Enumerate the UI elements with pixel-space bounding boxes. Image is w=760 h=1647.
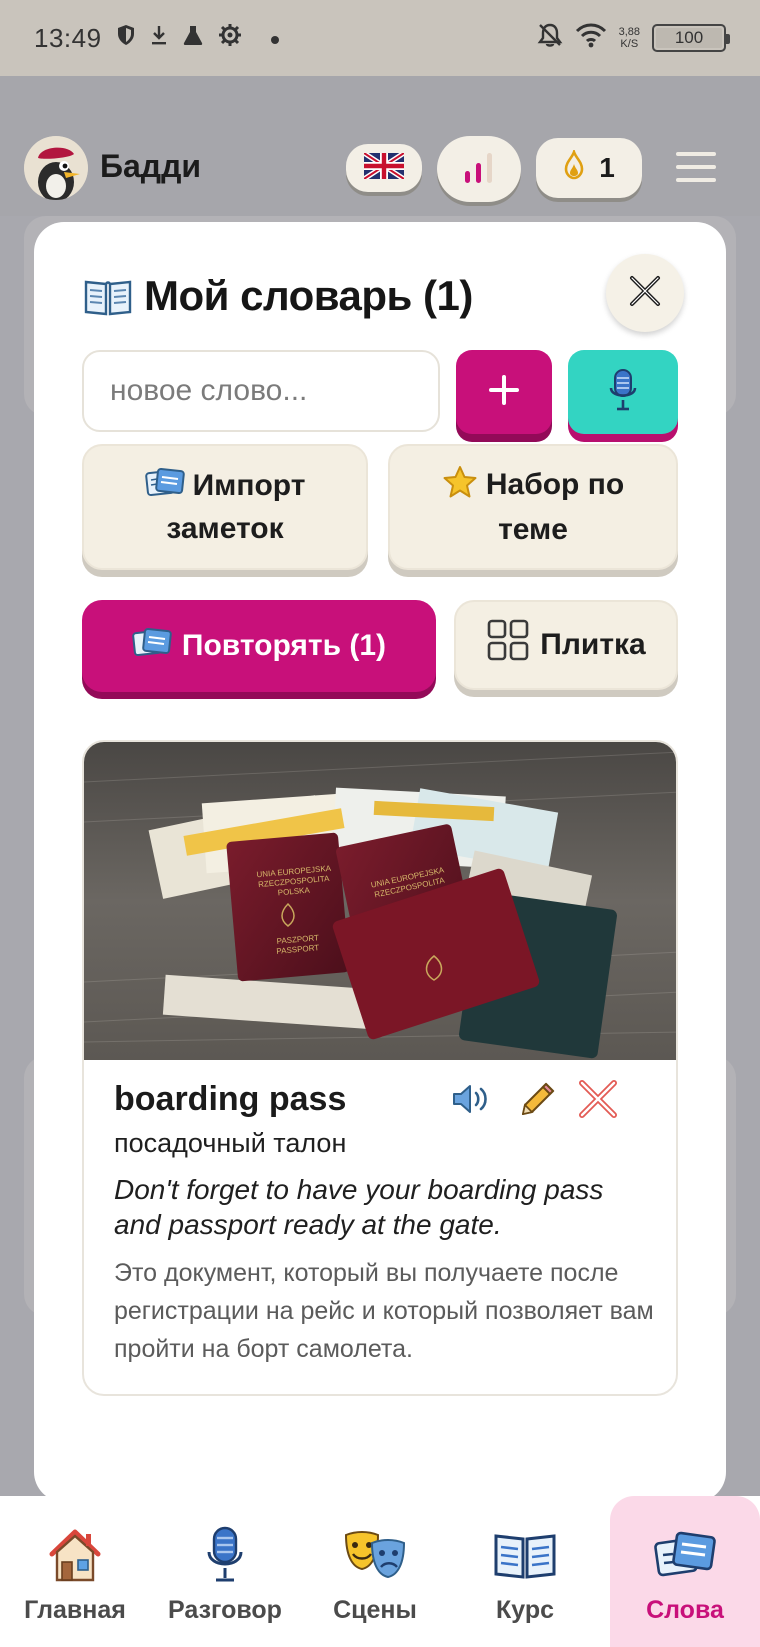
import-notes-button[interactable]: Импорт заметок bbox=[82, 444, 368, 570]
nav-item-words[interactable]: Слова bbox=[610, 1496, 760, 1647]
dictionary-modal: Мой словарь (1) Импорт заметок bbox=[34, 222, 726, 1502]
microphone-icon bbox=[608, 368, 638, 417]
bar-chart-icon bbox=[459, 149, 499, 190]
add-word-button[interactable] bbox=[456, 350, 552, 434]
word-example: Don't forget to have your boarding pass … bbox=[114, 1174, 604, 1240]
download-icon bbox=[150, 24, 168, 52]
settings-icon bbox=[218, 23, 242, 53]
status-time: 13:49 bbox=[34, 22, 102, 53]
tile-view-button[interactable]: Плитка bbox=[454, 600, 678, 690]
dot-icon bbox=[270, 25, 280, 51]
word-translation: посадочный талон bbox=[114, 1128, 347, 1158]
lamp-count: 1 bbox=[599, 152, 615, 183]
edit-button[interactable] bbox=[512, 1078, 564, 1124]
plus-icon bbox=[488, 374, 520, 411]
word-term: boarding pass bbox=[114, 1080, 347, 1118]
uk-flag-icon bbox=[362, 150, 406, 184]
import-label-line1: Импорт bbox=[192, 468, 306, 502]
nav-item-home[interactable]: Главная bbox=[0, 1496, 150, 1647]
repeat-button[interactable]: Повторять (1) bbox=[82, 600, 436, 692]
open-book-icon bbox=[84, 276, 132, 316]
note-cards-icon bbox=[132, 626, 172, 666]
close-button[interactable] bbox=[606, 254, 684, 332]
bell-off-icon bbox=[537, 22, 563, 55]
battery-indicator: 100 bbox=[652, 24, 730, 52]
house-icon bbox=[42, 1524, 108, 1586]
app-name: Бадди bbox=[100, 148, 202, 184]
lamp-counter[interactable]: 1 bbox=[536, 138, 642, 198]
language-button[interactable] bbox=[346, 144, 422, 192]
word-cards-icon bbox=[652, 1524, 718, 1586]
nav-label: Сцены bbox=[333, 1596, 417, 1624]
close-icon bbox=[628, 274, 662, 313]
tile-label: Плитка bbox=[540, 628, 646, 661]
wifi-icon bbox=[575, 22, 607, 55]
word-card[interactable]: UNIA EUROPEJSKA RZECZPOSPOLITA POLSKA PA… bbox=[82, 740, 678, 1396]
shield-icon bbox=[116, 24, 136, 52]
import-label-line2: заметок bbox=[166, 511, 284, 545]
modal-title: Мой словарь (1) bbox=[144, 272, 473, 319]
delete-button[interactable] bbox=[572, 1078, 624, 1124]
avatar[interactable] bbox=[24, 136, 88, 200]
theme-label-line2: теме bbox=[498, 512, 568, 546]
repeat-label: Повторять (1) bbox=[181, 629, 387, 662]
flask-icon bbox=[182, 24, 204, 52]
nav-label: Главная bbox=[24, 1596, 126, 1624]
nav-label: Курс bbox=[495, 1596, 554, 1624]
note-cards-icon bbox=[144, 466, 185, 509]
speaker-button[interactable] bbox=[446, 1078, 498, 1124]
nav-item-conversation[interactable]: Разговор bbox=[150, 1496, 300, 1647]
book-icon bbox=[492, 1524, 558, 1586]
stats-button[interactable] bbox=[437, 136, 521, 202]
nav-item-course[interactable]: Курс bbox=[450, 1496, 600, 1647]
lamp-icon bbox=[563, 147, 585, 187]
star-icon bbox=[442, 465, 478, 510]
status-bar: 13:49 3,88 K/S 100 bbox=[0, 0, 760, 76]
nav-label: Слова bbox=[646, 1596, 724, 1624]
network-speed: 3,88 K/S bbox=[618, 26, 640, 50]
cross-icon bbox=[578, 1079, 618, 1124]
modal-header: Мой словарь (1) bbox=[84, 272, 473, 320]
new-word-input[interactable] bbox=[82, 350, 440, 432]
pencil-icon bbox=[520, 1081, 556, 1122]
voice-input-button[interactable] bbox=[568, 350, 678, 434]
speaker-icon bbox=[451, 1082, 493, 1121]
theme-set-button[interactable]: Набор по теме bbox=[388, 444, 678, 570]
bottom-nav: Главная Разговор Сцены Курс Слова bbox=[0, 1496, 760, 1647]
word-explanation: Это документ, который вы получаете после… bbox=[114, 1259, 654, 1363]
theme-label-line1: Набор по bbox=[485, 467, 625, 501]
word-photo: UNIA EUROPEJSKA RZECZPOSPOLITA POLSKA PA… bbox=[84, 742, 676, 1060]
theater-masks-icon bbox=[342, 1524, 408, 1586]
grid-icon bbox=[486, 618, 530, 673]
hamburger-icon[interactable] bbox=[676, 152, 716, 182]
nav-item-scenes[interactable]: Сцены bbox=[300, 1496, 450, 1647]
nav-label: Разговор bbox=[168, 1596, 282, 1624]
microphone-icon bbox=[192, 1524, 258, 1586]
